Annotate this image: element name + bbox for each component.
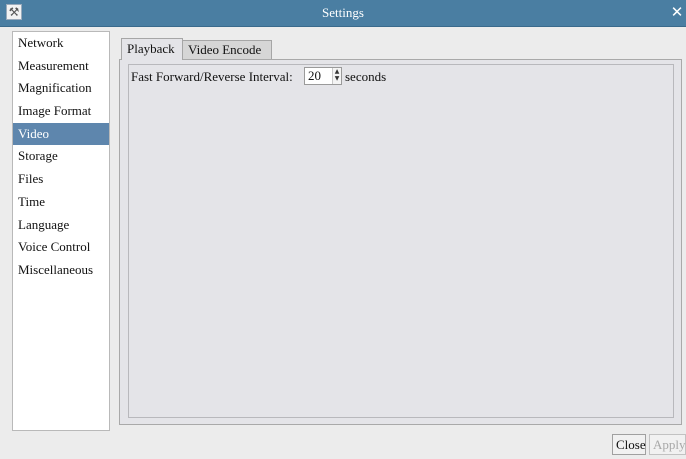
sidebar-item-measurement[interactable]: Measurement [13,55,109,78]
sidebar-item-voice-control[interactable]: Voice Control [13,236,109,259]
interval-value[interactable]: 20 [308,68,321,84]
sidebar-item-time[interactable]: Time [13,191,109,214]
tab-video-encode[interactable]: Video Encode [182,40,272,59]
apply-button[interactable]: Apply [649,434,686,455]
close-icon[interactable]: ✕ [670,3,684,21]
sidebar-item-files[interactable]: Files [13,168,109,191]
title-bar: ⚒ Settings ✕ [0,0,686,27]
sidebar-item-miscellaneous[interactable]: Miscellaneous [13,259,109,282]
sidebar-item-image-format[interactable]: Image Format [13,100,109,123]
interval-spinbox[interactable]: 20 ▲ ▼ [304,67,342,85]
tab-playback[interactable]: Playback [121,38,183,60]
sidebar-item-video[interactable]: Video [13,122,109,146]
tab-panel [119,59,682,425]
spin-arrows-icon[interactable]: ▲ ▼ [332,68,341,84]
sidebar-item-language[interactable]: Language [13,214,109,237]
interval-label: Fast Forward/Reverse Interval: [131,69,293,84]
playback-group [128,64,674,418]
sidebar-item-magnification[interactable]: Magnification [13,77,109,100]
settings-category-list: Network Measurement Magnification Image … [12,31,110,431]
interval-units: seconds [345,69,387,84]
sidebar-item-storage[interactable]: Storage [13,145,109,168]
sidebar-item-network[interactable]: Network [13,32,109,55]
close-button[interactable]: Close [612,434,646,455]
window-title: Settings [322,5,364,20]
